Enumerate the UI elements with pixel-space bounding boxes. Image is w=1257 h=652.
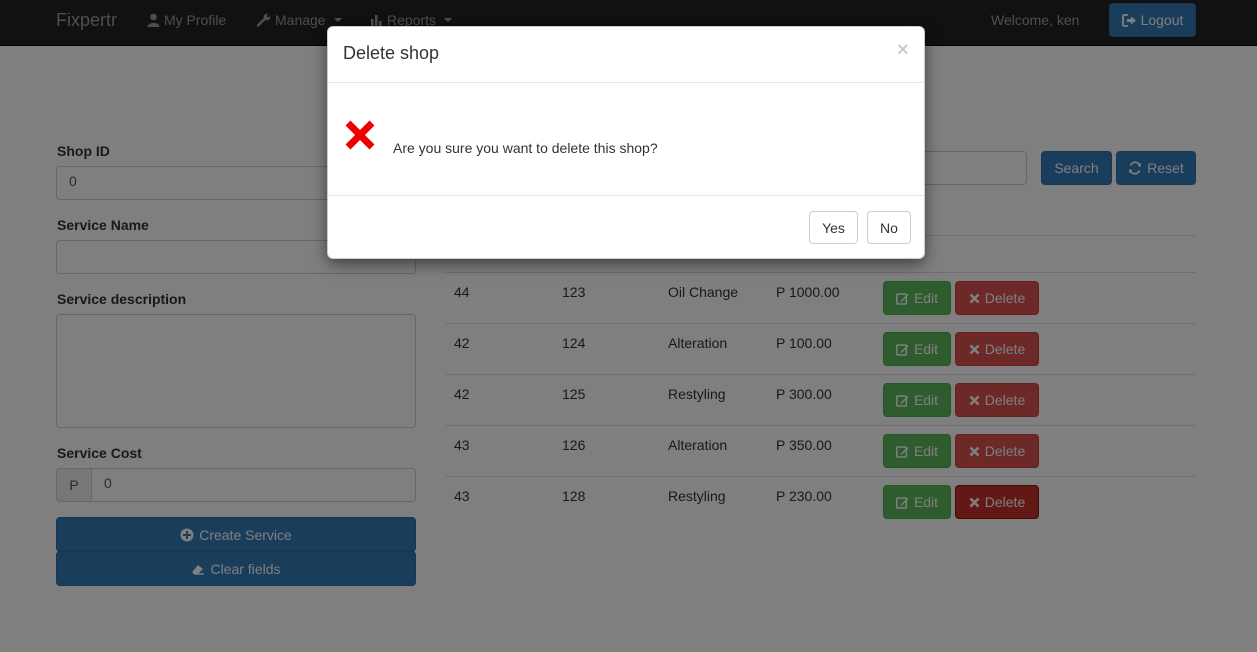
yes-button[interactable]: Yes [809, 211, 858, 244]
modal-title: Delete shop [343, 43, 440, 63]
modal-header-divider [328, 82, 924, 83]
modal-footer-divider [328, 195, 924, 196]
red-x-icon [345, 120, 375, 150]
delete-shop-modal: Delete shop × Are you sure you want to d… [327, 26, 925, 259]
no-button[interactable]: No [867, 211, 911, 244]
modal-message: Are you sure you want to delete this sho… [393, 140, 658, 156]
close-button[interactable]: × [897, 39, 909, 62]
